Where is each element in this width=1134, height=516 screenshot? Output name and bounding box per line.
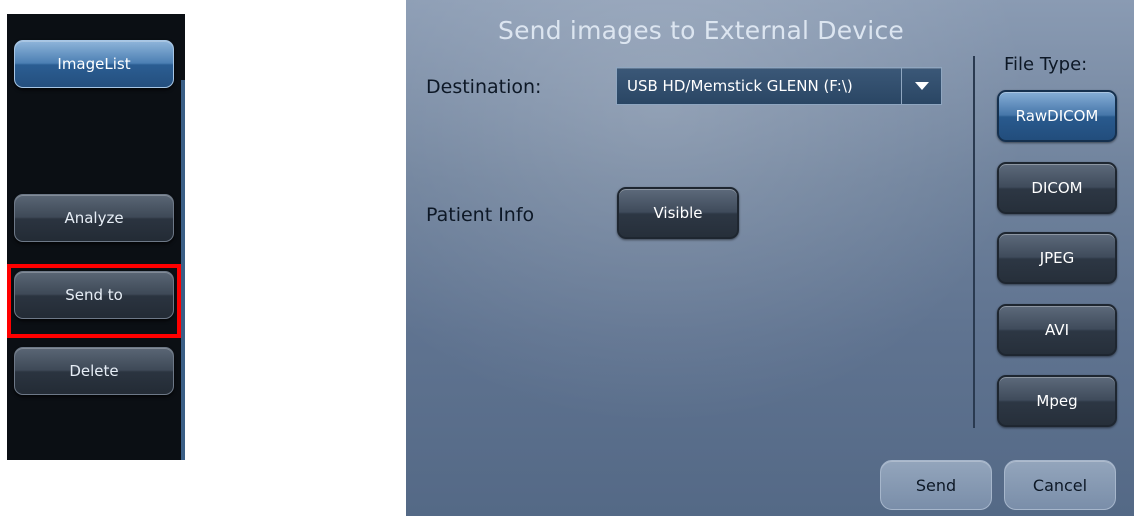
file-type-label: File Type: [1004,54,1088,75]
send-to-highlight-box [7,264,181,338]
vertical-divider [973,56,975,428]
dialog-title: Send images to External Device [498,16,904,45]
panel-edge-line [181,80,185,460]
left-panel: ImageList Analyze Send to Delete [7,14,185,460]
analyze-label: Analyze [64,209,124,227]
delete-label: Delete [69,362,119,380]
analyze-button[interactable]: Analyze [14,194,174,242]
destination-value: USB HD/Memstick GLENN (F:\) [627,77,853,95]
send-label: Send [915,475,957,495]
file-type-rawdicom-label: RawDICOM [1015,107,1099,125]
file-type-dicom-label: DICOM [1031,179,1083,197]
destination-label: Destination: [426,76,542,98]
image-list-label: ImageList [57,55,131,73]
cancel-button[interactable]: Cancel [1004,460,1116,510]
cancel-label: Cancel [1032,475,1088,495]
send-button[interactable]: Send [880,460,992,510]
patient-info-visible-button[interactable]: Visible [617,187,739,239]
file-type-rawdicom-button[interactable]: RawDICOM [997,90,1117,142]
file-type-avi-label: AVI [1045,321,1069,339]
patient-info-visible-label: Visible [653,204,703,222]
file-type-avi-button[interactable]: AVI [997,304,1117,356]
file-type-mpeg-button[interactable]: Mpeg [997,375,1117,427]
image-list-button[interactable]: ImageList [14,40,174,88]
file-type-jpeg-label: JPEG [1039,249,1075,267]
destination-select[interactable]: USB HD/Memstick GLENN (F:\) [616,67,942,105]
send-images-dialog: Send images to External Device Destinati… [406,0,1134,516]
triangle-down-icon [914,81,929,90]
file-type-dicom-button[interactable]: DICOM [997,162,1117,214]
delete-button[interactable]: Delete [14,347,174,395]
patient-info-label: Patient Info [426,204,535,226]
file-type-jpeg-button[interactable]: JPEG [997,232,1117,284]
file-type-mpeg-label: Mpeg [1036,392,1078,410]
destination-dropdown-button[interactable] [901,68,941,104]
